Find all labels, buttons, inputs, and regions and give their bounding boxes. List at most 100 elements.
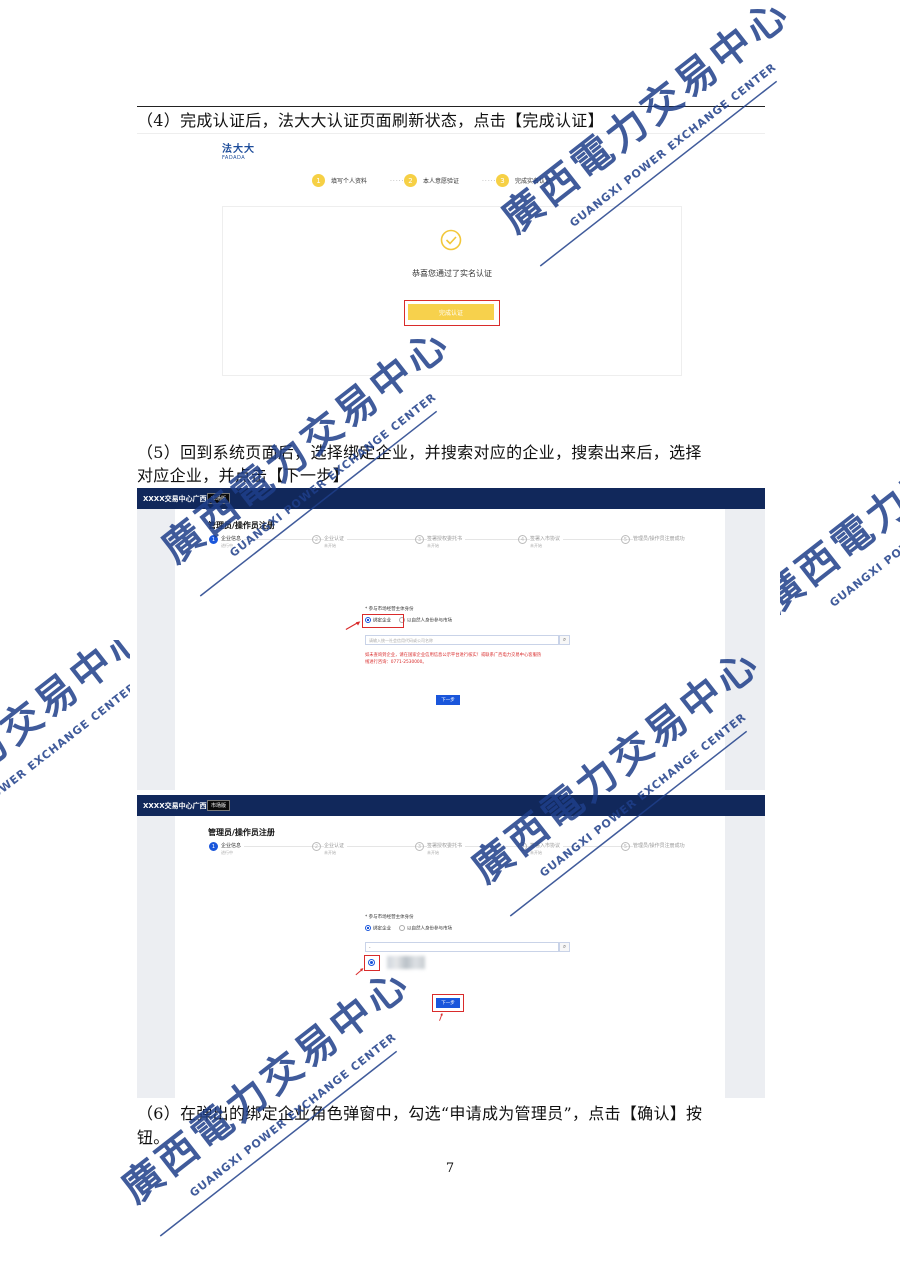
fadada-logo-cn: 法大大 bbox=[222, 144, 255, 155]
reg2-step-5-number: 5 bbox=[621, 842, 630, 851]
reg-step-5: 5 管理员/操作员注册成功 bbox=[621, 535, 688, 544]
reg2-step-4-status: 未开始 bbox=[530, 850, 542, 855]
reg2-step-2-status: 未开始 bbox=[324, 850, 336, 855]
svg-text:廣西電力交易中心: 廣西電力交易中心 bbox=[780, 440, 900, 620]
enterprise-search-input-2[interactable]: - bbox=[365, 942, 559, 952]
reg-step-2-number: 2 bbox=[312, 535, 321, 544]
success-check-icon bbox=[440, 229, 462, 251]
header-rule bbox=[137, 106, 765, 107]
option-person-label-2: 以自然人身份参与市场 bbox=[407, 926, 452, 932]
reg-step-3-number: 3 bbox=[415, 535, 424, 544]
option-bind-enterprise-2[interactable]: 绑定企业 bbox=[365, 925, 391, 932]
radio-bind-icon-2 bbox=[365, 925, 371, 931]
search-button-2[interactable]: ⌕ bbox=[559, 942, 570, 952]
paragraph-step-4: （4）完成认证后，法大大认证页面刷新状态，点击【完成认证】 bbox=[137, 111, 604, 130]
red-arrow-icon bbox=[345, 621, 361, 631]
reg-step-1-number: 1 bbox=[209, 535, 218, 544]
fadada-logo-en: FADADA bbox=[222, 155, 246, 161]
reg2-step-1-label: 企业信息 bbox=[221, 843, 242, 849]
left-margin bbox=[137, 509, 175, 790]
reg2-step-3-number: 3 bbox=[415, 842, 424, 851]
enterprise-search-input[interactable]: 请输入统一社会信用代码或公司名称 bbox=[365, 635, 559, 645]
system-screenshot-result: XXXX交易中心广西 市场版 管理员/操作员注册 1 企业信息 进行中 2 企业认… bbox=[137, 795, 765, 1098]
blurred-enterprise-name bbox=[387, 956, 425, 969]
reg-step-4-label: 签署入市协议 bbox=[530, 536, 561, 542]
reg2-step-2: 2 企业认证 未开始 bbox=[312, 842, 348, 856]
search-button[interactable]: ⌕ bbox=[559, 635, 570, 645]
watermark-stamp-5: 廣西電力交易中心 GUANGXI POWER EXCHANGE CENTER bbox=[0, 640, 130, 862]
reg2-step-4-label: 签署入市协议 bbox=[530, 843, 561, 849]
register-title: 管理员/操作员注册 bbox=[208, 521, 275, 530]
fadada-step-2: 2 本人意愿验证 bbox=[404, 174, 459, 187]
reg2-step-1: 1 企业信息 进行中 bbox=[209, 842, 245, 856]
reg2-step-5-label: 管理员/操作员注册成功 bbox=[633, 843, 685, 849]
paragraph-step-6-line-1: （6）在弹出的绑定企业角色弹窗中，勾选“申请成为管理员”，点击【确认】按 bbox=[137, 1104, 703, 1123]
highlight-box-next bbox=[432, 994, 464, 1012]
reg-step-1: 1 企业信息 进行中 bbox=[209, 535, 245, 549]
reg-step-2-label: 企业认证 bbox=[324, 536, 345, 542]
reg2-step-4: 4 签署入市协议 未开始 bbox=[518, 842, 564, 856]
red-arrow-icon-3 bbox=[439, 1012, 443, 1021]
fadada-step-1-label: 填写个人资料 bbox=[331, 178, 368, 185]
reg2-step-3-status: 未开始 bbox=[427, 850, 439, 855]
radio-person-icon-2 bbox=[399, 925, 405, 931]
svg-text:GUANGXI POWER EXCHANGE CENTER: GUANGXI POWER EXCHANGE CENTER bbox=[0, 680, 130, 849]
system-header-2: XXXX交易中心广西 市场版 bbox=[137, 795, 765, 816]
fadada-result-card: 恭喜您通过了实名认证 完成认证 bbox=[222, 206, 682, 376]
paragraph-step-6-line-2: 钮。 bbox=[137, 1128, 170, 1147]
success-message: 恭喜您通过了实名认证 bbox=[412, 269, 492, 278]
register-title-2: 管理员/操作员注册 bbox=[208, 828, 275, 837]
system-header: XXXX交易中心广西 市场版 bbox=[137, 488, 765, 509]
reg2-step-3: 3 签署授权委托书 未开始 bbox=[415, 842, 466, 856]
system-brand-tag: 市场版 bbox=[207, 493, 231, 504]
option-natural-person[interactable]: 以自然人身份参与市场 bbox=[399, 617, 452, 624]
paragraph-step-5-line-1: （5）回到系统页面后，选择绑定企业，并搜索对应的企业，搜索出来后，选择 bbox=[137, 443, 702, 462]
right-margin-2 bbox=[725, 816, 765, 1098]
reg2-step-3-label: 签署授权委托书 bbox=[427, 843, 463, 849]
reg2-step-2-label: 企业认证 bbox=[324, 843, 345, 849]
fadada-step-3-label: 完成实名认证 bbox=[515, 178, 552, 185]
paragraph-step-5-line-2: 对应企业，并点击【下一步】 bbox=[137, 466, 349, 485]
reg2-step-1-status: 进行中 bbox=[221, 850, 233, 855]
reg2-step-1-number: 1 bbox=[209, 842, 218, 851]
reg-step-2-status: 未开始 bbox=[324, 543, 336, 548]
reg-step-1-status: 进行中 bbox=[221, 543, 233, 548]
next-step-button[interactable]: 下一步 bbox=[436, 695, 460, 705]
register-panel-2: 管理员/操作员注册 1 企业信息 进行中 2 企业认证 未开始 3 签署授权委托书未… bbox=[175, 816, 725, 1098]
svg-text:廣西電力交易中心: 廣西電力交易中心 bbox=[0, 640, 130, 862]
identity-question-2: * 参与市场经营主体身份 bbox=[365, 915, 414, 920]
option-natural-person-2[interactable]: 以自然人身份参与市场 bbox=[399, 925, 452, 932]
fadada-step-2-number: 2 bbox=[404, 174, 417, 187]
reg2-step-5: 5 管理员/操作员注册成功 bbox=[621, 842, 688, 851]
reg2-step-4-number: 4 bbox=[518, 842, 527, 851]
reg-step-4: 4 签署入市协议 未开始 bbox=[518, 535, 564, 549]
fadada-logo: 法大大 FADADA bbox=[222, 140, 255, 161]
fadada-steps: 1 填写个人资料 ······ 2 本人意愿验证 ······ 3 完成实名认证 bbox=[312, 174, 612, 190]
option-person-label: 以自然人身份参与市场 bbox=[407, 618, 452, 624]
register-panel: 管理员/操作员注册 1 企业信息 进行中 2 企业认证 未开始 3 签署授权委托书未… bbox=[175, 509, 725, 790]
identity-question: * 参与市场经营主体身份 bbox=[365, 607, 414, 612]
search-icon: ⌕ bbox=[562, 636, 567, 643]
fadada-screenshot: 法大大 FADADA 1 填写个人资料 ······ 2 本人意愿验证 ····… bbox=[137, 133, 765, 384]
highlight-box-complete bbox=[404, 300, 500, 326]
reg-step-3-label: 签署授权委托书 bbox=[427, 536, 463, 542]
fadada-step-3: 3 完成实名认证 bbox=[496, 174, 551, 187]
page-number: 7 bbox=[445, 1161, 455, 1176]
system-screenshot-search: XXXX交易中心广西 市场版 管理员/操作员注册 1 企业信息 进行中 2 企业认… bbox=[137, 488, 765, 790]
reg-step-1-label: 企业信息 bbox=[221, 536, 242, 542]
reg-step-2: 2 企业认证 未开始 bbox=[312, 535, 348, 549]
highlight-box-result bbox=[364, 955, 380, 971]
svg-text:GUANGXI POWER EXCHANGE CENTER: GUANGXI POWER EXCHANGE CENTER bbox=[827, 440, 900, 609]
reg-step-3: 3 签署授权委托书 未开始 bbox=[415, 535, 466, 549]
reg2-step-2-number: 2 bbox=[312, 842, 321, 851]
fadada-step-2-label: 本人意愿验证 bbox=[423, 178, 460, 185]
right-margin bbox=[725, 509, 765, 790]
fadada-step-1-number: 1 bbox=[312, 174, 325, 187]
not-found-warning: 如未查询到企业，请在国家企业信用信息公示平台进行核实！或联系广西电力交易中心客服… bbox=[365, 653, 542, 665]
red-arrow-icon-2 bbox=[355, 968, 364, 976]
watermark-stamp-6: 廣西電力交易中心 GUANGXI POWER EXCHANGE CENTER bbox=[780, 440, 900, 620]
reg-step-3-status: 未开始 bbox=[427, 543, 439, 548]
reg-step-5-number: 5 bbox=[621, 535, 630, 544]
identity-options-2: 绑定企业 以自然人身份参与市场 bbox=[365, 925, 452, 932]
highlight-box-bind bbox=[362, 614, 404, 628]
